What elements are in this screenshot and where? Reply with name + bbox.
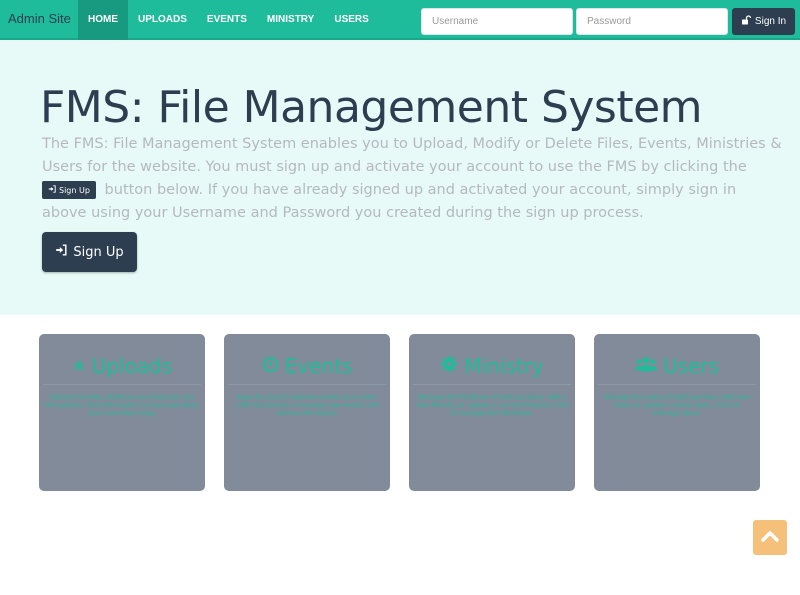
hero-text-part2: button below. If you have already signed… bbox=[42, 182, 737, 221]
users-card[interactable]: Users Manage the Users of both parishes.… bbox=[594, 334, 760, 491]
sign-in-arrow-icon bbox=[48, 179, 56, 202]
password-input[interactable]: Password bbox=[576, 8, 728, 35]
card-description: Keep the church website events up to dat… bbox=[235, 393, 379, 417]
nav-ministry[interactable]: MINISTRY bbox=[257, 0, 324, 40]
inline-sign-up-button[interactable]: Sign Up bbox=[42, 181, 96, 199]
card-description: Manage the Ministries of both parishes. … bbox=[415, 393, 569, 417]
gear-icon bbox=[440, 354, 458, 378]
hero-jumbotron: FMS: File Management System The FMS: Fil… bbox=[0, 40, 800, 315]
card-description: Upload Homilies, Bulletins and Podcasts … bbox=[45, 393, 199, 417]
inline-sign-up-label: Sign Up bbox=[59, 185, 90, 195]
unlock-icon bbox=[741, 15, 752, 28]
sign-up-label: Sign Up bbox=[73, 244, 124, 260]
page-title: FMS: File Management System bbox=[40, 82, 703, 133]
chevron-up-icon bbox=[760, 528, 780, 547]
card-divider bbox=[598, 384, 756, 385]
brand-link[interactable]: Admin Site bbox=[8, 11, 71, 26]
username-input[interactable]: Username bbox=[421, 8, 573, 35]
navbar: Admin Site HOME UPLOADS EVENTS MINISTRY … bbox=[0, 0, 800, 40]
card-title: Uploads bbox=[39, 354, 205, 378]
users-icon bbox=[634, 354, 657, 378]
card-divider bbox=[413, 384, 571, 385]
nav-events[interactable]: EVENTS bbox=[197, 0, 257, 40]
card-divider bbox=[43, 384, 201, 385]
double-chevron-up-icon bbox=[72, 354, 86, 378]
hero-description: The FMS: File Management System enables … bbox=[42, 133, 782, 225]
uploads-card[interactable]: Uploads Upload Homilies, Bulletins and P… bbox=[39, 334, 205, 491]
nav-users[interactable]: USERS bbox=[324, 0, 378, 40]
card-title: Users bbox=[594, 354, 760, 378]
card-title: Events bbox=[224, 354, 390, 378]
nav-links: HOME UPLOADS EVENTS MINISTRY USERS bbox=[78, 0, 379, 40]
scroll-to-top-button[interactable] bbox=[753, 520, 787, 555]
clock-icon bbox=[262, 354, 279, 378]
card-title: Ministry bbox=[409, 354, 575, 378]
sign-in-arrow-icon bbox=[55, 244, 67, 260]
sign-up-button[interactable]: Sign Up bbox=[42, 232, 137, 272]
card-title-label: Uploads bbox=[91, 354, 173, 378]
ministry-card[interactable]: Ministry Manage the Ministries of both p… bbox=[409, 334, 575, 491]
card-title-label: Ministry bbox=[464, 354, 544, 378]
nav-home[interactable]: HOME bbox=[78, 0, 128, 40]
card-title-label: Events bbox=[284, 354, 353, 378]
sign-in-button[interactable]: Sign In bbox=[732, 8, 795, 35]
events-card[interactable]: Events Keep the church website events up… bbox=[224, 334, 390, 491]
sign-in-label: Sign In bbox=[754, 16, 787, 27]
card-divider bbox=[228, 384, 386, 385]
nav-uploads[interactable]: UPLOADS bbox=[128, 0, 197, 40]
hero-text-part1: The FMS: File Management System enables … bbox=[42, 136, 782, 175]
card-title-label: Users bbox=[662, 354, 719, 378]
card-description: Manage the Users of both parishes. Add n… bbox=[604, 393, 750, 417]
